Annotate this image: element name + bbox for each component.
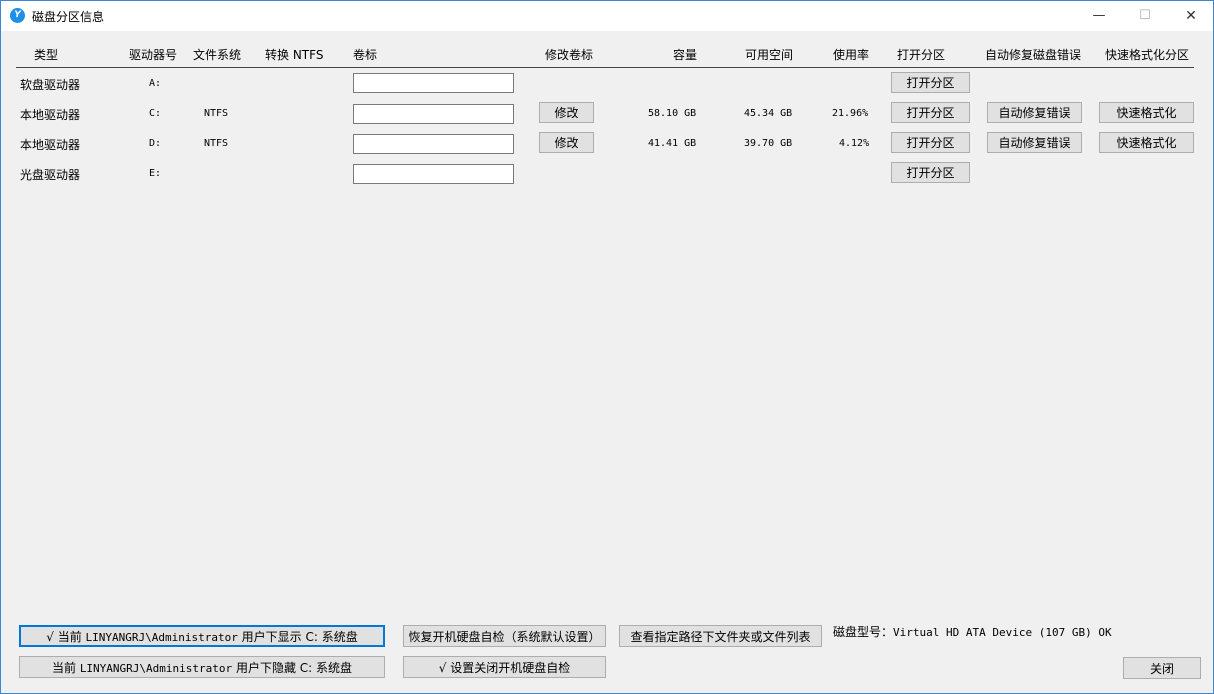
header-usage: 使用率 bbox=[833, 48, 870, 62]
close-button[interactable]: 关闭 bbox=[1123, 657, 1201, 679]
show-c-user: LINYANGRJ\Administrator bbox=[85, 631, 238, 644]
header-capacity: 容量 bbox=[673, 48, 698, 62]
drive-type: 软盘驱动器 bbox=[20, 78, 81, 92]
open-partition-button-d[interactable]: 打开分区 bbox=[891, 132, 970, 153]
volume-label-input-c[interactable] bbox=[353, 104, 514, 124]
show-c-prefix: √ 当前 bbox=[46, 630, 86, 644]
quick-format-button-d[interactable]: 快速格式化 bbox=[1099, 132, 1194, 153]
usage-value: 4.12% bbox=[839, 138, 870, 149]
drive-letter: D: bbox=[149, 138, 162, 149]
hide-c-drive-button[interactable]: 当前 LINYANGRJ\Administrator 用户下隐藏 C: 系统盘 bbox=[19, 656, 385, 678]
close-window-button[interactable]: ✕ bbox=[1168, 1, 1214, 31]
hide-c-prefix: 当前 bbox=[51, 661, 80, 675]
header-modify-label: 修改卷标 bbox=[545, 48, 594, 62]
main-window: Y 磁盘分区信息 — ☐ ✕ 类型 驱动器号 文件系统 转换 NTFS 卷标 修… bbox=[0, 0, 1214, 694]
drive-letter: A: bbox=[149, 78, 162, 89]
drive-letter: E: bbox=[149, 168, 162, 179]
open-partition-button-a[interactable]: 打开分区 bbox=[891, 72, 970, 93]
header-convert-ntfs: 转换 NTFS bbox=[265, 48, 324, 62]
disk-model-value: Virtual HD ATA Device (107 GB) OK bbox=[893, 626, 1112, 639]
filesystem-value: NTFS bbox=[204, 138, 229, 149]
capacity-value: 58.10 GB bbox=[648, 108, 697, 119]
header-open-partition: 打开分区 bbox=[897, 48, 946, 62]
header-quick-format: 快速格式化分区 bbox=[1105, 48, 1190, 62]
free-space-value: 39.70 GB bbox=[744, 138, 793, 149]
hide-c-suffix: 用户下隐藏 C: 系统盘 bbox=[232, 661, 353, 675]
show-c-drive-button[interactable]: √ 当前 LINYANGRJ\Administrator 用户下显示 C: 系统… bbox=[19, 625, 385, 647]
maximize-button[interactable]: ☐ bbox=[1122, 1, 1168, 31]
header-auto-repair: 自动修复磁盘错误 bbox=[985, 48, 1082, 62]
auto-repair-button-c[interactable]: 自动修复错误 bbox=[987, 102, 1082, 123]
modify-label-button-d[interactable]: 修改 bbox=[539, 132, 594, 153]
quick-format-button-c[interactable]: 快速格式化 bbox=[1099, 102, 1194, 123]
hide-c-user: LINYANGRJ\Administrator bbox=[79, 662, 233, 675]
open-partition-button-c[interactable]: 打开分区 bbox=[891, 102, 970, 123]
header-free-space: 可用空间 bbox=[745, 48, 794, 62]
app-logo-icon: Y bbox=[10, 8, 25, 23]
disable-disk-check-button[interactable]: √ 设置关闭开机硬盘自检 bbox=[403, 656, 606, 678]
header-volume-label: 卷标 bbox=[353, 48, 378, 62]
header-divider bbox=[16, 67, 1194, 68]
capacity-value: 41.41 GB bbox=[648, 138, 697, 149]
title-bar[interactable]: Y 磁盘分区信息 — ☐ ✕ bbox=[1, 1, 1213, 31]
free-space-value: 45.34 GB bbox=[744, 108, 793, 119]
minimize-button[interactable]: — bbox=[1076, 1, 1122, 31]
drive-type: 光盘驱动器 bbox=[20, 168, 81, 182]
volume-label-input-d[interactable] bbox=[353, 134, 514, 154]
open-partition-button-e[interactable]: 打开分区 bbox=[891, 162, 970, 183]
drive-type: 本地驱动器 bbox=[20, 108, 81, 122]
disk-model-info: 磁盘型号：Virtual HD ATA Device (107 GB) OK bbox=[833, 623, 1112, 640]
volume-label-input-e[interactable] bbox=[353, 164, 514, 184]
window-title: 磁盘分区信息 bbox=[32, 10, 105, 24]
volume-label-input-a[interactable] bbox=[353, 73, 514, 93]
header-drive-letter: 驱动器号 bbox=[129, 48, 178, 62]
header-filesystem: 文件系统 bbox=[193, 48, 242, 62]
usage-value: 21.96% bbox=[832, 108, 869, 119]
filesystem-value: NTFS bbox=[204, 108, 229, 119]
auto-repair-button-d[interactable]: 自动修复错误 bbox=[987, 132, 1082, 153]
drive-letter: C: bbox=[149, 108, 162, 119]
show-c-suffix: 用户下显示 C: 系统盘 bbox=[237, 630, 358, 644]
modify-label-button-c[interactable]: 修改 bbox=[539, 102, 594, 123]
restore-disk-check-button[interactable]: 恢复开机硬盘自检（系统默认设置） bbox=[403, 625, 606, 647]
view-file-list-button[interactable]: 查看指定路径下文件夹或文件列表 bbox=[619, 625, 822, 647]
header-type: 类型 bbox=[34, 48, 59, 62]
disk-model-label: 磁盘型号： bbox=[833, 625, 894, 639]
drive-type: 本地驱动器 bbox=[20, 138, 81, 152]
